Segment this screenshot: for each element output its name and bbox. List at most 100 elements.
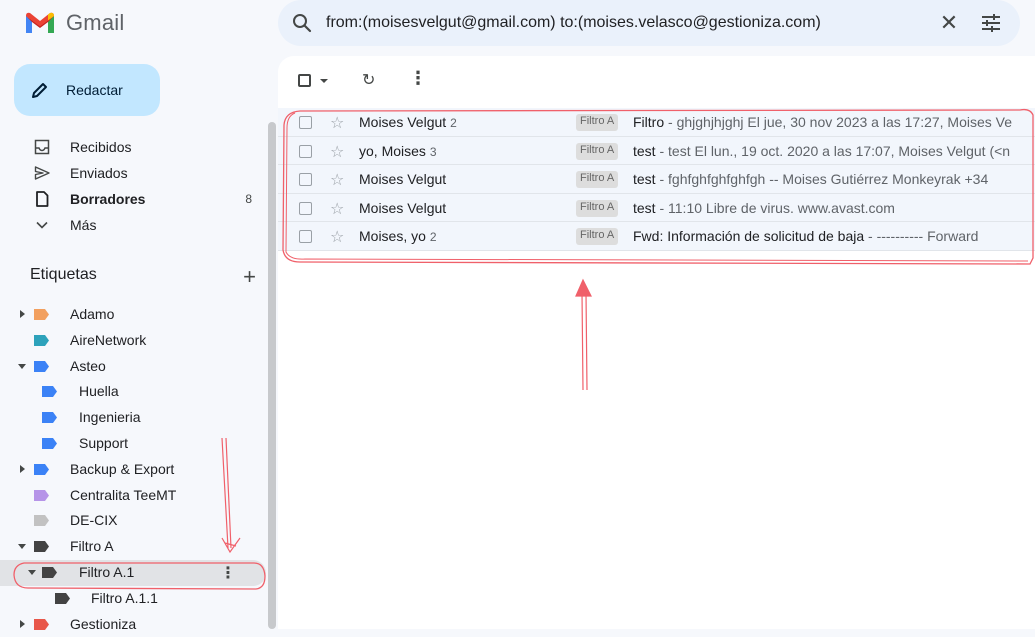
search-icon[interactable] [290,11,314,35]
label-tag-icon [42,386,57,398]
label-chip[interactable]: Filtro A [576,114,619,131]
collapse-caret-icon[interactable] [28,569,36,575]
star-icon[interactable]: ☆ [330,199,344,219]
label-item-centralita[interactable]: Centralita TeeMT [0,483,266,509]
labels-list: Adamo AireNetwork Asteo Huella Ingenieri… [0,302,266,637]
label-item-airenetwork[interactable]: AireNetwork [0,328,266,354]
sender-name: Moises Velgut [359,199,447,216]
label-tag-icon [42,412,57,424]
sender-name: yo, Moises [359,142,426,159]
label-item-backup-export[interactable]: Backup & Export [0,457,266,483]
label-tag-icon [34,515,49,527]
mail-list-panel: ↻ ⋮ ☆ Moises Velgut 2 Filtro A Filtro - g… [278,56,1035,629]
collapse-caret-icon[interactable] [18,544,26,550]
label-item-gestioniza[interactable]: Gestioniza [0,612,266,637]
label-chip[interactable]: Filtro A [576,171,619,189]
label-tag-icon [34,334,49,346]
email-sender: Moises Velgut [359,200,446,216]
label-tag-icon [34,489,49,501]
sender-name: Moises Velgut [359,114,447,130]
label-name: DE-CIX [70,512,118,529]
sender-name: Moises, yo [359,228,426,245]
label-name: Centralita TeeMT [70,486,177,503]
email-row[interactable]: ☆ Moises, yo 2 Filtro A Fwd: Información … [278,222,1035,251]
email-checkbox[interactable] [299,116,312,129]
star-icon[interactable]: ☆ [330,170,344,190]
inbox-icon [34,139,50,155]
label-item-filtro-a[interactable]: Filtro A [0,534,266,560]
label-item-de-cix[interactable]: DE-CIX [0,508,266,534]
email-snippet: - fghfghfghfghfgh -- Moises Gutiérrez Mo… [655,171,989,188]
nav-item-drafts[interactable]: Borradores 8 [0,186,262,212]
email-row[interactable]: ☆ yo, Moises 3 Filtro A test - test El lu… [278,136,1035,166]
label-item-support[interactable]: Support [0,431,266,457]
clear-search-icon[interactable]: ✕ [932,10,966,36]
email-row[interactable]: ☆ Moises Velgut 2 Filtro A Filtro - ghjgh… [278,108,1035,137]
label-item-asteo[interactable]: Asteo [0,354,266,380]
sidebar-scrollbar[interactable] [268,122,276,629]
gmail-logo[interactable]: Gmail [24,8,124,38]
email-checkbox[interactable] [299,201,312,215]
label-name: Huella [79,383,119,400]
email-checkbox[interactable] [299,173,312,187]
label-tag-icon [34,463,49,475]
label-item-filtro-a11[interactable]: Filtro A.1.1 [0,586,266,612]
compose-label: Redactar [66,82,123,98]
email-subject: test [633,199,656,216]
compose-button[interactable]: Redactar [14,64,160,116]
star-icon[interactable]: ☆ [330,142,344,162]
pencil-icon [32,83,47,98]
collapse-caret-icon[interactable] [18,363,26,369]
more-options-icon[interactable]: ⋮ [409,68,427,89]
search-options-icon[interactable] [974,14,1008,32]
expand-caret-icon[interactable] [20,310,25,318]
labels-title: Etiquetas [30,266,97,283]
label-tag-icon [34,541,49,553]
email-subject-line: test - test El lun., 19 oct. 2020 a las … [633,143,1010,159]
email-list: ☆ Moises Velgut 2 Filtro A Filtro - ghjgh… [278,108,1035,251]
email-sender: yo, Moises 3 [359,143,437,159]
email-subject-line: Fwd: Información de solicitud de baja - … [633,228,978,244]
thread-count: 2 [429,230,437,245]
select-all-checkbox[interactable] [298,74,311,87]
label-chip[interactable]: Filtro A [576,228,619,246]
label-item-huella[interactable]: Huella [0,379,266,405]
label-options-icon[interactable]: ⋮ [220,563,236,583]
nav-item-inbox[interactable]: Recibidos [0,134,262,160]
label-chip[interactable]: Filtro A [576,199,619,217]
label-item-ingenieria[interactable]: Ingenieria [0,405,266,431]
email-snippet: - 11:10 Libre de virus. www.avast.com [655,199,895,216]
send-icon [34,166,50,180]
email-checkbox[interactable] [299,230,312,244]
email-row[interactable]: ☆ Moises Velgut Filtro A test - 11:10 Li… [278,193,1035,223]
expand-caret-icon[interactable] [20,464,25,473]
label-item-adamo[interactable]: Adamo [0,302,266,328]
star-icon[interactable]: ☆ [330,113,344,133]
main-nav: Recibidos Enviados Borradores 8 Más [0,134,262,238]
email-subject: test [633,171,656,188]
star-icon[interactable]: ☆ [330,227,344,247]
select-options-caret-icon[interactable] [320,79,328,83]
label-tag-icon [42,566,57,578]
search-input[interactable] [324,13,924,33]
label-name: AireNetwork [70,331,147,348]
nav-label: Recibidos [70,139,132,155]
add-label-icon[interactable]: + [243,264,256,290]
nav-item-sent[interactable]: Enviados [0,160,262,186]
label-name: Filtro A.1 [79,563,135,580]
drafts-count: 8 [245,192,252,206]
email-sender: Moises Velgut 2 [359,114,457,130]
label-chip[interactable]: Filtro A [576,142,619,160]
email-checkbox[interactable] [299,144,312,158]
nav-item-more[interactable]: Más [0,212,262,238]
email-snippet: - ghjghjhjghj El jue, 30 nov 2023 a las … [664,114,1013,130]
label-item-filtro-a1[interactable]: Filtro A.1 ⋮ [0,559,266,586]
refresh-icon[interactable]: ↻ [362,70,375,90]
search-bar: ✕ [278,0,1020,46]
email-subject-line: Filtro - ghjghjhjghj El jue, 30 nov 2023… [633,114,1012,130]
label-name: Backup & Export [70,460,175,477]
label-tag-icon [55,592,70,604]
thread-count: 2 [450,116,457,130]
expand-caret-icon[interactable] [20,619,25,628]
email-row[interactable]: ☆ Moises Velgut Filtro A test - fghfghfg… [278,165,1035,194]
